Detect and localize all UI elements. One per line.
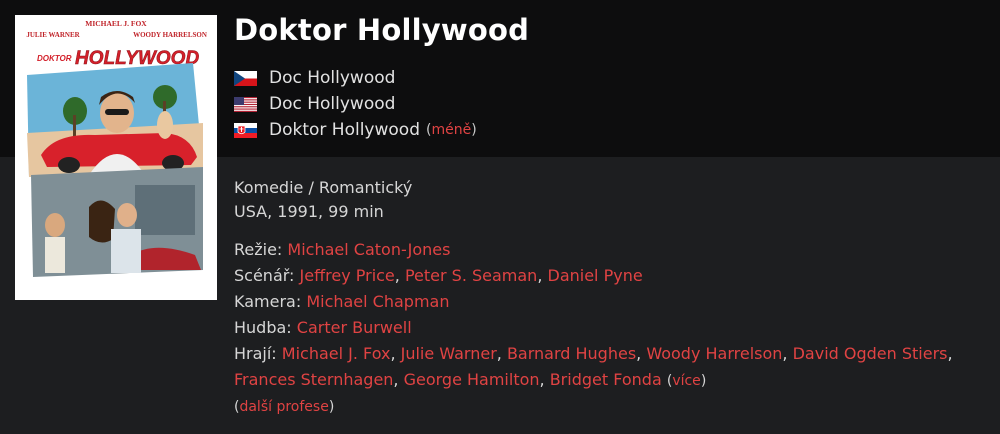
directors-row: Režie: Michael Caton-Jones — [234, 237, 994, 263]
svg-text:MICHAEL J. FOX: MICHAEL J. FOX — [85, 19, 147, 28]
usa-flag-icon — [234, 96, 257, 112]
person-link[interactable]: Frances Sternhagen — [234, 370, 393, 389]
alt-title-text: Doc Hollywood — [269, 94, 396, 114]
person-link[interactable]: Bridget Fonda — [550, 370, 662, 389]
music-label: Hudba: — [234, 318, 292, 337]
cast-label: Hrají: — [234, 344, 277, 363]
alt-title-row: Doktor Hollywood (méně) — [234, 117, 477, 143]
alt-title-text: Doc Hollywood — [269, 68, 396, 88]
svg-text:JULIE WARNER: JULIE WARNER — [26, 31, 80, 39]
more-cast-link[interactable]: více — [672, 373, 701, 389]
svg-text:DOKTOR: DOKTOR — [37, 54, 72, 63]
cast-row: Hrají: Michael J. Fox, Julie Warner, Bar… — [234, 344, 953, 363]
person-link[interactable]: Barnard Hughes — [507, 344, 636, 363]
more-cast-toggle: (více) — [666, 373, 707, 389]
origin: USA, 1991, 99 min — [234, 202, 384, 221]
camera-row: Kamera: Michael Chapman — [234, 289, 994, 315]
czech-flag-icon — [234, 70, 257, 86]
alternative-titles: Doc Hollywood Doc Hollywood Doktor Holly… — [234, 65, 477, 143]
movie-poster[interactable]: MICHAEL J. FOX JULIE WARNER WOODY HARREL… — [15, 15, 217, 300]
less-toggle: (méně) — [425, 122, 477, 138]
less-link[interactable]: méně — [431, 122, 471, 138]
person-link[interactable]: Michael Caton-Jones — [287, 240, 450, 259]
alt-title-text: Doktor Hollywood — [269, 120, 420, 140]
cast-row-continued: Frances Sternhagen, George Hamilton, Bri… — [234, 370, 707, 389]
slovak-flag-icon — [234, 122, 257, 138]
person-link[interactable]: Jeffrey Price — [300, 266, 395, 285]
film-info: Komedie / Romantický USA, 1991, 99 min — [234, 176, 412, 224]
music-row: Hudba: Carter Burwell — [234, 315, 994, 341]
alt-title-row: Doc Hollywood — [234, 65, 477, 91]
writers-row: Scénář: Jeffrey Price, Peter S. Seaman, … — [234, 266, 643, 285]
person-link[interactable]: Julie Warner — [401, 344, 497, 363]
genres: Komedie / Romantický — [234, 178, 413, 197]
alt-title-row: Doc Hollywood — [234, 91, 477, 117]
person-link[interactable]: Carter Burwell — [297, 318, 412, 337]
person-link[interactable]: Daniel Pyne — [548, 266, 643, 285]
camera-label: Kamera: — [234, 292, 302, 311]
film-title: Doktor Hollywood — [234, 13, 530, 47]
writers-label: Scénář: — [234, 266, 295, 285]
other-professions-row: (další profese) — [234, 399, 335, 415]
person-link[interactable]: Michael J. Fox — [282, 344, 391, 363]
person-link[interactable]: David Ogden Stiers — [793, 344, 948, 363]
other-professions-link[interactable]: další profese — [239, 399, 328, 415]
person-link[interactable]: Michael Chapman — [306, 292, 449, 311]
svg-text:WOODY HARRELSON: WOODY HARRELSON — [133, 31, 207, 39]
person-link[interactable]: Woody Harrelson — [646, 344, 782, 363]
directors-label: Režie: — [234, 240, 283, 259]
person-link[interactable]: Peter S. Seaman — [405, 266, 537, 285]
creators: Režie: Michael Caton-Jones Scénář: Jeffr… — [234, 237, 994, 420]
person-link[interactable]: George Hamilton — [404, 370, 540, 389]
